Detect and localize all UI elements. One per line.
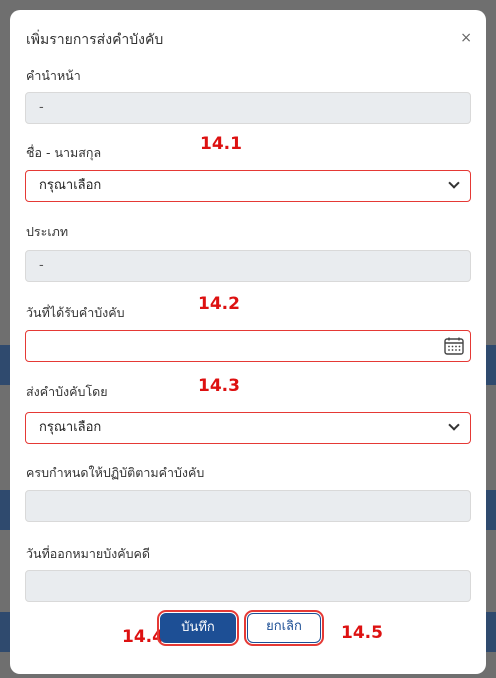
modal-title: เพิ่มรายการส่งคำบังคับ — [26, 32, 164, 48]
delivery-method-label: ส่งคำบังคับโดย — [26, 384, 108, 399]
background-strip — [486, 612, 496, 652]
received-date-label: วันที่ได้รับคำบังคับ — [26, 305, 125, 320]
annotation-14-4: 14.4 — [122, 627, 164, 647]
chevron-down-icon — [448, 177, 460, 189]
fullname-select-value: กรุณาเลือก — [39, 178, 102, 193]
fullname-label: ชื่อ - นามสกุล — [26, 145, 102, 160]
type-label: ประเภท — [26, 224, 69, 239]
delivery-method-select[interactable]: กรุณาเลือก — [25, 412, 471, 444]
received-date-input[interactable] — [25, 330, 471, 362]
warrant-date-label: วันที่ออกหมายบังคับคดี — [26, 546, 151, 561]
type-field: - — [25, 250, 471, 282]
annotation-14-2: 14.2 — [198, 294, 240, 314]
annotation-14-5: 14.5 — [341, 623, 383, 643]
due-date-label: ครบกำหนดให้ปฏิบัติตามคำบังคับ — [26, 465, 205, 480]
fullname-select[interactable]: กรุณาเลือก — [25, 170, 471, 202]
delivery-method-select-value: กรุณาเลือก — [39, 420, 102, 435]
annotation-14-3: 14.3 — [198, 376, 240, 396]
background-strip — [0, 612, 10, 652]
due-date-field — [25, 490, 471, 522]
cancel-button[interactable]: ยกเลิก — [244, 610, 324, 646]
chevron-down-icon — [448, 419, 460, 431]
save-button[interactable]: บันทึก — [157, 610, 239, 646]
modal-dialog: เพิ่มรายการส่งคำบังคับ × คำนำหน้า - ชื่อ… — [10, 10, 486, 674]
warrant-date-field — [25, 570, 471, 602]
type-value: - — [39, 258, 44, 273]
prefix-value: - — [39, 100, 44, 115]
calendar-icon[interactable] — [444, 337, 464, 355]
background-strip — [486, 345, 496, 385]
annotation-14-1: 14.1 — [200, 134, 242, 154]
background-strip — [0, 490, 10, 530]
background-strip — [0, 345, 10, 385]
prefix-field: - — [25, 92, 471, 124]
background-strip — [486, 490, 496, 530]
close-icon[interactable]: × — [460, 30, 472, 46]
prefix-label: คำนำหน้า — [26, 68, 81, 83]
